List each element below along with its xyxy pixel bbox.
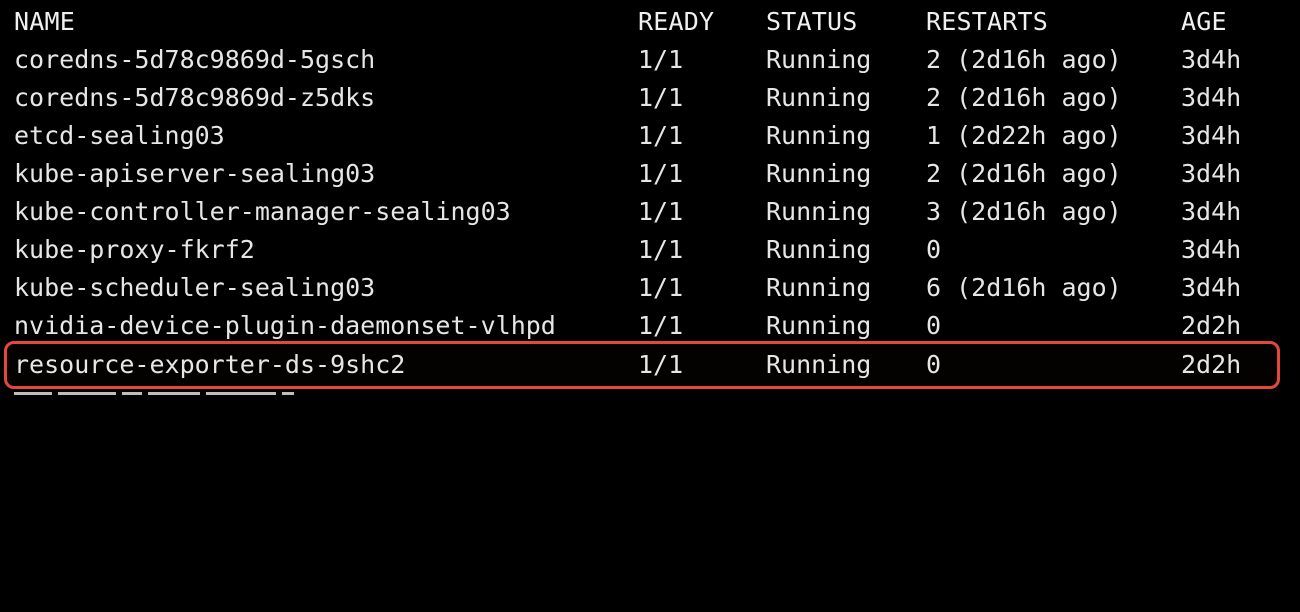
- pod-ready: 1/1: [638, 121, 684, 150]
- pod-ready: 1/1: [638, 159, 684, 188]
- pod-name: coredns-5d78c9869d-z5dks: [14, 83, 376, 112]
- pod-ready: 1/1: [638, 273, 684, 302]
- pod-restarts: 0: [926, 350, 942, 379]
- pod-age: 3d4h: [1181, 197, 1242, 226]
- pod-restarts: 2 (2d16h ago): [926, 159, 1122, 188]
- pod-ready: 1/1: [638, 311, 684, 340]
- pod-age: 3d4h: [1181, 159, 1242, 188]
- table-row: kube-scheduler-sealing03 1/1 Running 6 (…: [0, 269, 1300, 307]
- header-status: STATUS: [766, 7, 858, 36]
- pod-status: Running: [766, 235, 872, 264]
- pod-ready: 1/1: [638, 235, 684, 264]
- pod-name: kube-scheduler-sealing03: [14, 273, 376, 302]
- pod-age: 3d4h: [1181, 83, 1242, 112]
- pod-status: Running: [766, 121, 872, 150]
- pod-name: kube-apiserver-sealing03: [14, 159, 376, 188]
- pod-ready: 1/1: [638, 45, 684, 74]
- table-row: kube-proxy-fkrf2 1/1 Running 0 3d4h: [0, 231, 1300, 269]
- pod-name: etcd-sealing03: [14, 121, 225, 150]
- table-row: coredns-5d78c9869d-z5dks 1/1 Running 2 (…: [0, 79, 1300, 117]
- pod-status: Running: [766, 350, 872, 379]
- pod-restarts: 3 (2d16h ago): [926, 197, 1122, 226]
- pod-ready: 1/1: [638, 83, 684, 112]
- table-row: kube-apiserver-sealing03 1/1 Running 2 (…: [0, 155, 1300, 193]
- pod-status: Running: [766, 45, 872, 74]
- pod-status: Running: [766, 83, 872, 112]
- pod-status: Running: [766, 159, 872, 188]
- pod-status: Running: [766, 197, 872, 226]
- pod-age: 3d4h: [1181, 273, 1242, 302]
- pod-status: Running: [766, 273, 872, 302]
- pod-restarts: 6 (2d16h ago): [926, 273, 1122, 302]
- table-header: NAME READY STATUS RESTARTS AGE: [0, 3, 1300, 41]
- terminal-window: NAME READY STATUS RESTARTS AGE coredns-5…: [0, 0, 1300, 402]
- pod-restarts: 0: [926, 235, 942, 264]
- pod-ready: 1/1: [638, 350, 684, 379]
- highlighted-table-row: resource-exporter-ds-9shc2 1/1 Running 0…: [0, 346, 1300, 384]
- pod-age: 2d2h: [1181, 350, 1242, 379]
- pod-restarts: 1 (2d22h ago): [926, 121, 1122, 150]
- pod-name: kube-proxy-fkrf2: [14, 235, 255, 264]
- next-line-fragment: [14, 392, 414, 402]
- pod-age: 3d4h: [1181, 45, 1242, 74]
- table-row: nvidia-device-plugin-daemonset-vlhpd 1/1…: [0, 307, 1300, 345]
- table-row: etcd-sealing03 1/1 Running 1 (2d22h ago)…: [0, 117, 1300, 155]
- pod-status: Running: [766, 311, 872, 340]
- header-name: NAME: [14, 7, 76, 36]
- pod-restarts: 2 (2d16h ago): [926, 45, 1122, 74]
- header-age: AGE: [1181, 7, 1227, 36]
- pod-restarts: 0: [926, 311, 942, 340]
- pod-name: kube-controller-manager-sealing03: [14, 197, 511, 226]
- pod-name: nvidia-device-plugin-daemonset-vlhpd: [14, 311, 556, 340]
- pod-restarts: 2 (2d16h ago): [926, 83, 1122, 112]
- header-ready: READY: [638, 7, 715, 36]
- table-row: kube-controller-manager-sealing03 1/1 Ru…: [0, 193, 1300, 231]
- pod-age: 3d4h: [1181, 235, 1242, 264]
- pod-name: coredns-5d78c9869d-5gsch: [14, 45, 376, 74]
- table-row: coredns-5d78c9869d-5gsch 1/1 Running 2 (…: [0, 41, 1300, 79]
- pod-age: 2d2h: [1181, 311, 1242, 340]
- pod-age: 3d4h: [1181, 121, 1242, 150]
- pod-name: resource-exporter-ds-9shc2: [14, 350, 406, 379]
- pod-ready: 1/1: [638, 197, 684, 226]
- header-restarts: RESTARTS: [926, 7, 1049, 36]
